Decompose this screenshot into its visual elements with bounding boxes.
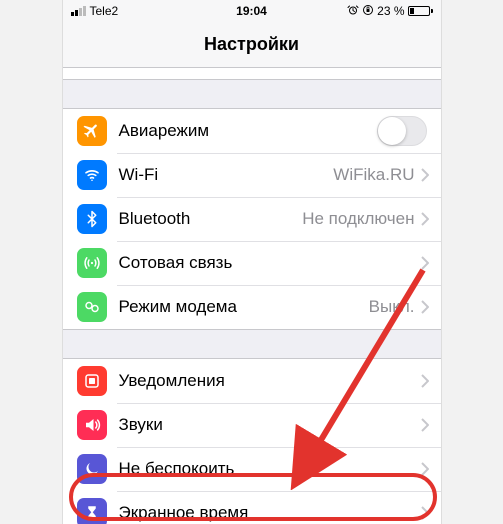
settings-screen: Tele2 19:04 23 % Настройки Авиарежим bbox=[62, 0, 442, 524]
battery-pct-label: 23 % bbox=[377, 4, 404, 18]
row-sounds[interactable]: Звуки bbox=[63, 403, 441, 447]
battery-icon bbox=[408, 6, 433, 16]
row-wifi[interactable]: Wi-Fi WiFika.RU bbox=[63, 153, 441, 197]
group-network: Авиарежим Wi-Fi WiFika.RU Bluetooth Не п… bbox=[63, 108, 441, 330]
row-bluetooth[interactable]: Bluetooth Не подключен bbox=[63, 197, 441, 241]
section-gap bbox=[63, 330, 441, 358]
chevron-icon bbox=[421, 300, 429, 314]
row-notifications[interactable]: Уведомления bbox=[63, 359, 441, 403]
bluetooth-icon bbox=[77, 204, 107, 234]
chevron-icon bbox=[421, 168, 429, 182]
row-hotspot[interactable]: Режим модема Выкл. bbox=[63, 285, 441, 329]
status-right: 23 % bbox=[312, 4, 433, 19]
cellular-label: Сотовая связь bbox=[119, 253, 421, 273]
section-gap bbox=[63, 80, 441, 108]
bluetooth-value: Не подключен bbox=[302, 209, 414, 229]
chevron-icon bbox=[421, 506, 429, 520]
cellular-icon bbox=[77, 248, 107, 278]
row-cellular[interactable]: Сотовая связь bbox=[63, 241, 441, 285]
wifi-icon bbox=[77, 160, 107, 190]
status-left: Tele2 bbox=[71, 4, 192, 18]
chevron-icon bbox=[421, 374, 429, 388]
hotspot-label: Режим модема bbox=[119, 297, 369, 317]
clock-label: 19:04 bbox=[191, 4, 312, 18]
status-bar: Tele2 19:04 23 % bbox=[63, 0, 441, 22]
carrier-label: Tele2 bbox=[90, 4, 119, 18]
signal-icon bbox=[71, 6, 86, 16]
group-notifications: Уведомления Звуки Не беспокоить Экранное… bbox=[63, 358, 441, 524]
hourglass-icon bbox=[77, 498, 107, 524]
dnd-label: Не беспокоить bbox=[119, 459, 421, 479]
wifi-value: WiFika.RU bbox=[333, 165, 414, 185]
hotspot-value: Выкл. bbox=[369, 297, 415, 317]
airplane-icon bbox=[77, 116, 107, 146]
row-screen-time[interactable]: Экранное время bbox=[63, 491, 441, 524]
wifi-label: Wi-Fi bbox=[119, 165, 334, 185]
notifications-label: Уведомления bbox=[119, 371, 421, 391]
row-airplane-mode[interactable]: Авиарежим bbox=[63, 109, 441, 153]
page-title: Настройки bbox=[63, 22, 441, 68]
airplane-toggle[interactable] bbox=[377, 116, 427, 146]
orientation-lock-icon bbox=[362, 4, 374, 19]
moon-icon bbox=[77, 454, 107, 484]
airplane-label: Авиарежим bbox=[119, 121, 377, 141]
notifications-icon bbox=[77, 366, 107, 396]
chevron-icon bbox=[421, 256, 429, 270]
chevron-icon bbox=[421, 462, 429, 476]
previous-group-stub bbox=[63, 68, 441, 80]
chevron-icon bbox=[421, 418, 429, 432]
hotspot-icon bbox=[77, 292, 107, 322]
row-do-not-disturb[interactable]: Не беспокоить bbox=[63, 447, 441, 491]
bluetooth-label: Bluetooth bbox=[119, 209, 303, 229]
sounds-label: Звуки bbox=[119, 415, 421, 435]
chevron-icon bbox=[421, 212, 429, 226]
sounds-icon bbox=[77, 410, 107, 440]
screentime-label: Экранное время bbox=[119, 503, 421, 523]
alarm-icon bbox=[347, 4, 359, 19]
